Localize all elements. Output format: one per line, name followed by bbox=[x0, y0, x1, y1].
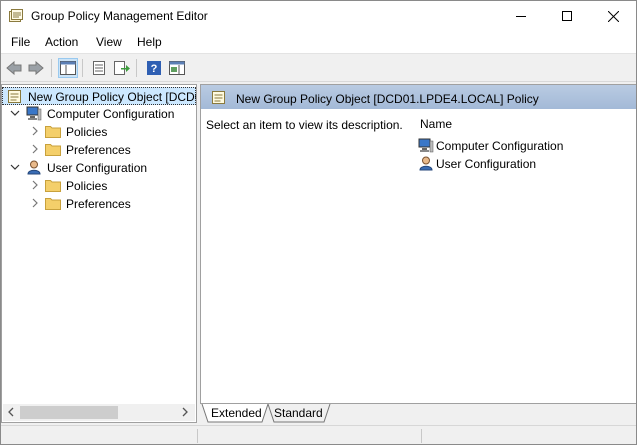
action-pane-icon bbox=[169, 61, 185, 75]
list-item-label: User Configuration bbox=[436, 157, 537, 171]
tree-horizontal-scrollbar[interactable] bbox=[3, 404, 195, 421]
help-button[interactable]: ? bbox=[144, 58, 164, 78]
scroll-left-icon bbox=[8, 407, 14, 417]
gpo-scroll-icon bbox=[8, 90, 21, 103]
status-divider bbox=[197, 429, 198, 443]
column-header-name[interactable]: Name bbox=[420, 117, 452, 131]
folder-icon bbox=[45, 198, 61, 210]
chevron-right-icon bbox=[32, 198, 38, 208]
scrollbar-thumb[interactable] bbox=[20, 406, 118, 419]
properties-icon bbox=[93, 61, 105, 75]
toolbar-separator bbox=[51, 59, 52, 77]
tree-item-preferences[interactable]: Preferences bbox=[2, 141, 196, 159]
back-arrow-icon bbox=[6, 61, 22, 75]
computer-icon bbox=[418, 138, 434, 153]
folder-icon bbox=[45, 126, 61, 138]
gpme-window: Group Policy Management Editor File Acti… bbox=[0, 0, 637, 445]
toolbar: ? bbox=[1, 53, 636, 82]
chevron-down-icon bbox=[10, 164, 20, 170]
minimize-icon bbox=[516, 16, 526, 17]
show-hide-tree-button[interactable] bbox=[58, 58, 78, 78]
export-list-icon bbox=[114, 61, 130, 75]
tree-label-preferences: Preferences bbox=[66, 197, 131, 211]
tree-label-policies: Policies bbox=[66, 179, 108, 193]
tree-item-policies[interactable]: Policies bbox=[2, 123, 196, 141]
forward-arrow-icon bbox=[28, 61, 44, 75]
details-header-title: New Group Policy Object [DCD01.LPDE4.LOC… bbox=[236, 92, 539, 106]
show-hide-console-tree-icon bbox=[60, 61, 76, 75]
tree-item-policies[interactable]: Policies bbox=[2, 177, 196, 195]
details-header: New Group Policy Object [DCD01.LPDE4.LOC… bbox=[201, 85, 636, 109]
status-divider bbox=[421, 429, 422, 443]
back-button[interactable] bbox=[4, 58, 24, 78]
menu-help[interactable]: Help bbox=[137, 35, 162, 49]
folder-icon bbox=[45, 180, 61, 192]
tab-label-standard: Standard bbox=[274, 406, 323, 420]
gpo-scroll-icon bbox=[212, 91, 225, 104]
folder-icon bbox=[45, 144, 61, 156]
menu-action[interactable]: Action bbox=[45, 35, 78, 49]
menu-view[interactable]: View bbox=[96, 35, 122, 49]
tree-label-preferences: Preferences bbox=[66, 143, 131, 157]
description-text: Select an item to view its description. bbox=[206, 118, 403, 132]
console-tree[interactable]: New Group Policy Object [DCD01.LPDE4.LOC… bbox=[1, 84, 197, 423]
maximize-icon bbox=[562, 11, 572, 21]
close-icon bbox=[607, 10, 619, 22]
chevron-right-icon bbox=[32, 180, 38, 190]
menu-bar: File Action View Help bbox=[1, 31, 636, 53]
tab-extended[interactable]: Extended bbox=[208, 404, 266, 422]
scroll-right-icon bbox=[182, 407, 188, 417]
close-button[interactable] bbox=[590, 1, 636, 31]
tree-item-computer-configuration[interactable]: Computer Configuration bbox=[2, 105, 196, 123]
svg-text:?: ? bbox=[151, 63, 158, 75]
toolbar-separator bbox=[136, 59, 137, 77]
computer-icon bbox=[26, 106, 42, 121]
tree-item-user-configuration[interactable]: User Configuration bbox=[2, 159, 196, 177]
tree-label-computer-configuration: Computer Configuration bbox=[47, 107, 175, 121]
minimize-button[interactable] bbox=[498, 1, 544, 31]
tree-label-policies: Policies bbox=[66, 125, 108, 139]
menu-file[interactable]: File bbox=[11, 35, 30, 49]
gpme-app-icon bbox=[9, 9, 25, 23]
title-bar[interactable]: Group Policy Management Editor bbox=[1, 1, 636, 31]
tree-root-label: New Group Policy Object [DCD01.LPDE4.LOC… bbox=[28, 90, 196, 104]
user-icon bbox=[419, 156, 433, 171]
chevron-right-icon bbox=[32, 126, 38, 136]
chevron-right-icon bbox=[32, 144, 38, 154]
details-pane: New Group Policy Object [DCD01.LPDE4.LOC… bbox=[200, 84, 636, 404]
action-pane-button[interactable] bbox=[167, 58, 187, 78]
user-icon bbox=[27, 160, 41, 175]
tree-label-user-configuration: User Configuration bbox=[47, 161, 148, 175]
export-list-button[interactable] bbox=[112, 58, 132, 78]
chevron-down-icon bbox=[10, 110, 20, 116]
view-tabs: Extended Standard bbox=[200, 404, 636, 423]
properties-button[interactable] bbox=[89, 58, 109, 78]
tree-item-preferences[interactable]: Preferences bbox=[2, 195, 196, 213]
window-title: Group Policy Management Editor bbox=[31, 9, 208, 23]
tab-standard[interactable]: Standard bbox=[272, 404, 326, 422]
forward-button[interactable] bbox=[26, 58, 46, 78]
tree-item-root[interactable]: New Group Policy Object [DCD01.LPDE4.LOC… bbox=[2, 87, 196, 105]
help-icon: ? bbox=[147, 61, 161, 75]
maximize-button[interactable] bbox=[544, 1, 590, 31]
status-bar bbox=[1, 425, 636, 444]
list-item-label: Computer Configuration bbox=[436, 139, 564, 153]
toolbar-separator bbox=[82, 59, 83, 77]
tab-label-extended: Extended bbox=[211, 406, 262, 420]
